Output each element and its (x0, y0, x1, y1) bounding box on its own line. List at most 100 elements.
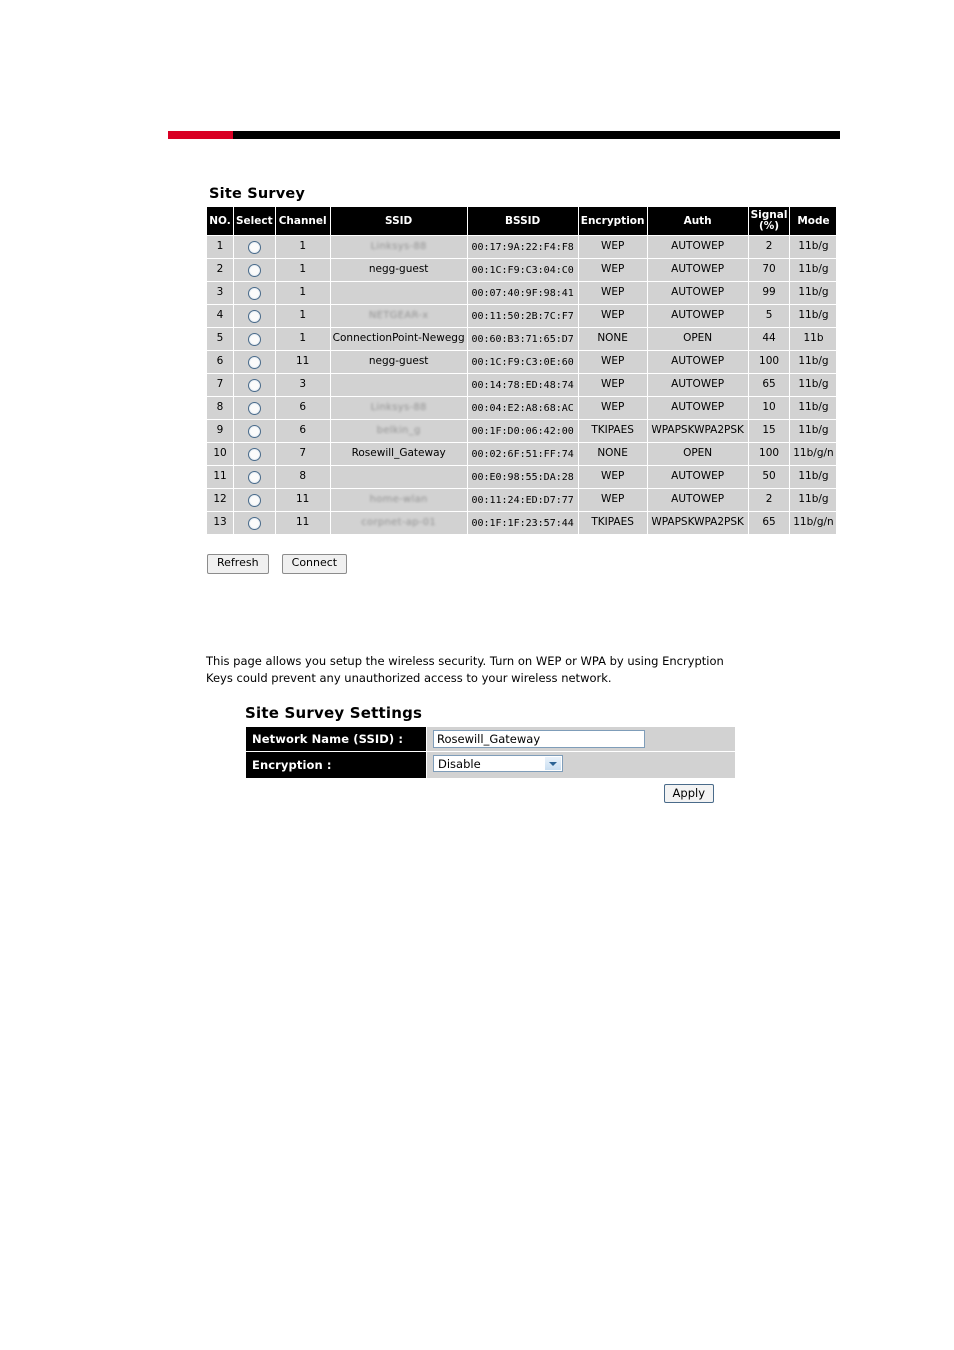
cell-auth: AUTOWEP (647, 489, 748, 512)
refresh-button[interactable]: Refresh (207, 554, 269, 574)
radio-button-select-network[interactable] (247, 355, 261, 369)
cell-select (234, 489, 275, 512)
cell-ssid (330, 374, 467, 397)
cell-select (234, 282, 275, 305)
cell-bssid: 00:04:E2:A8:68:AC (467, 397, 578, 420)
site-survey-table-wrapper: NO. Select Channel SSID BSSID Encryption… (206, 206, 838, 536)
radio-button-select-network[interactable] (247, 332, 261, 346)
cell-encryption: WEP (578, 259, 647, 282)
cell-bssid: 00:E0:98:55:DA:28 (467, 466, 578, 489)
table-header-row: NO. Select Channel SSID BSSID Encryption… (207, 207, 837, 236)
cell-bssid: 00:1C:F9:C3:0E:60 (467, 351, 578, 374)
radio-button-select-network[interactable] (247, 447, 261, 461)
cell-signal: 10 (748, 397, 790, 420)
encryption-select[interactable]: Disable (433, 755, 563, 772)
cell-no: 7 (207, 374, 233, 397)
cell-encryption: WEP (578, 466, 647, 489)
ssid-input[interactable] (433, 730, 645, 748)
cell-encryption: WEP (578, 397, 647, 420)
cell-bssid: 00:02:6F:51:FF:74 (467, 443, 578, 466)
radio-button-select-network[interactable] (247, 263, 261, 277)
cell-auth: AUTOWEP (647, 305, 748, 328)
apply-button[interactable]: Apply (663, 784, 714, 803)
column-header-no: NO. (207, 207, 233, 236)
ssid-field-cell (427, 727, 735, 751)
cell-no: 2 (207, 259, 233, 282)
site-survey-table: NO. Select Channel SSID BSSID Encryption… (206, 206, 838, 536)
cell-ssid (330, 282, 467, 305)
table-row: 2 1 negg-guest 00:1C:F9:C3:04:C0 WEP AUTOWEP 7… (207, 259, 837, 282)
cell-auth: AUTOWEP (647, 282, 748, 305)
site-survey-settings-table-wrapper: Network Name (SSID) : Encryption : Disab… (245, 726, 736, 779)
cell-mode: 11b/g (790, 489, 837, 512)
cell-bssid: 00:07:40:9F:98:41 (467, 282, 578, 305)
cell-ssid: negg-guest (330, 351, 467, 374)
radio-button-select-network[interactable] (247, 470, 261, 484)
cell-no: 12 (207, 489, 233, 512)
cell-mode: 11b/g (790, 305, 837, 328)
radio-button-select-network[interactable] (247, 309, 261, 323)
header-rule (168, 131, 840, 139)
cell-select (234, 259, 275, 282)
cell-bssid: 00:11:50:2B:7C:F7 (467, 305, 578, 328)
redacted-ssid: belkin_g (376, 425, 421, 437)
cell-channel: 1 (275, 305, 330, 328)
cell-encryption: TKIPAES (578, 420, 647, 443)
radio-button-select-network[interactable] (247, 378, 261, 392)
radio-button-select-network[interactable] (247, 286, 261, 300)
cell-encryption: NONE (578, 328, 647, 351)
cell-signal: 100 (748, 351, 790, 374)
table-row: 7 3 00:14:78:ED:48:74 WEP AUTOWEP 65 11b/g (207, 374, 837, 397)
cell-no: 10 (207, 443, 233, 466)
cell-no: 5 (207, 328, 233, 351)
column-header-ssid: SSID (330, 207, 467, 236)
table-row: 3 1 00:07:40:9F:98:41 WEP AUTOWEP 99 11b/g (207, 282, 837, 305)
radio-button-select-network[interactable] (247, 401, 261, 415)
cell-select (234, 351, 275, 374)
cell-no: 1 (207, 236, 233, 259)
cell-channel: 6 (275, 420, 330, 443)
redacted-ssid: NETGEAR-x (368, 310, 429, 322)
cell-bssid: 00:1F:1F:23:57:44 (467, 512, 578, 535)
page-description: This page allows you setup the wireless … (206, 654, 724, 685)
cell-no: 6 (207, 351, 233, 374)
redacted-ssid: Linksys-88 (370, 402, 427, 414)
cell-no: 4 (207, 305, 233, 328)
encryption-field-label: Encryption : (246, 752, 426, 778)
table-row: 10 7 Rosewill_Gateway 00:02:6F:51:FF:74 NONE… (207, 443, 837, 466)
cell-mode: 11b/g (790, 351, 837, 374)
cell-auth: AUTOWEP (647, 236, 748, 259)
cell-signal: 99 (748, 282, 790, 305)
radio-button-select-network[interactable] (247, 240, 261, 254)
column-header-signal: Signal (%) (748, 207, 790, 236)
site-survey-settings-table: Network Name (SSID) : Encryption : Disab… (245, 726, 736, 779)
redacted-ssid: corpnet-ap-01 (361, 517, 437, 529)
cell-auth: AUTOWEP (647, 259, 748, 282)
cell-ssid: ConnectionPoint-Newegg (330, 328, 467, 351)
radio-button-select-network[interactable] (247, 424, 261, 438)
cell-bssid: 00:1F:D0:06:42:00 (467, 420, 578, 443)
cell-mode: 11b (790, 328, 837, 351)
cell-auth: AUTOWEP (647, 374, 748, 397)
table-row: 11 8 00:E0:98:55:DA:28 WEP AUTOWEP 50 11b/g (207, 466, 837, 489)
encryption-select-value: Disable (438, 757, 481, 771)
column-header-signal-line2: (%) (758, 220, 780, 233)
table-row: 9 6 belkin_g 00:1F:D0:06:42:00 TKIPAES WPAPSK… (207, 420, 837, 443)
cell-mode: 11b/g/n (790, 512, 837, 535)
cell-channel: 11 (275, 351, 330, 374)
cell-signal: 44 (748, 328, 790, 351)
radio-button-select-network[interactable] (247, 516, 261, 530)
settings-row-encryption: Encryption : Disable (246, 752, 735, 778)
cell-no: 13 (207, 512, 233, 535)
cell-ssid: NETGEAR-x (330, 305, 467, 328)
radio-button-select-network[interactable] (247, 493, 261, 507)
cell-encryption: WEP (578, 374, 647, 397)
connect-button[interactable]: Connect (281, 554, 348, 574)
column-header-auth: Auth (647, 207, 748, 236)
cell-bssid: 00:17:9A:22:F4:F8 (467, 236, 578, 259)
cell-signal: 50 (748, 466, 790, 489)
site-survey-settings-title: Site Survey Settings (245, 704, 423, 722)
cell-encryption: WEP (578, 351, 647, 374)
cell-auth: WPAPSKWPA2PSK (647, 420, 748, 443)
cell-no: 8 (207, 397, 233, 420)
